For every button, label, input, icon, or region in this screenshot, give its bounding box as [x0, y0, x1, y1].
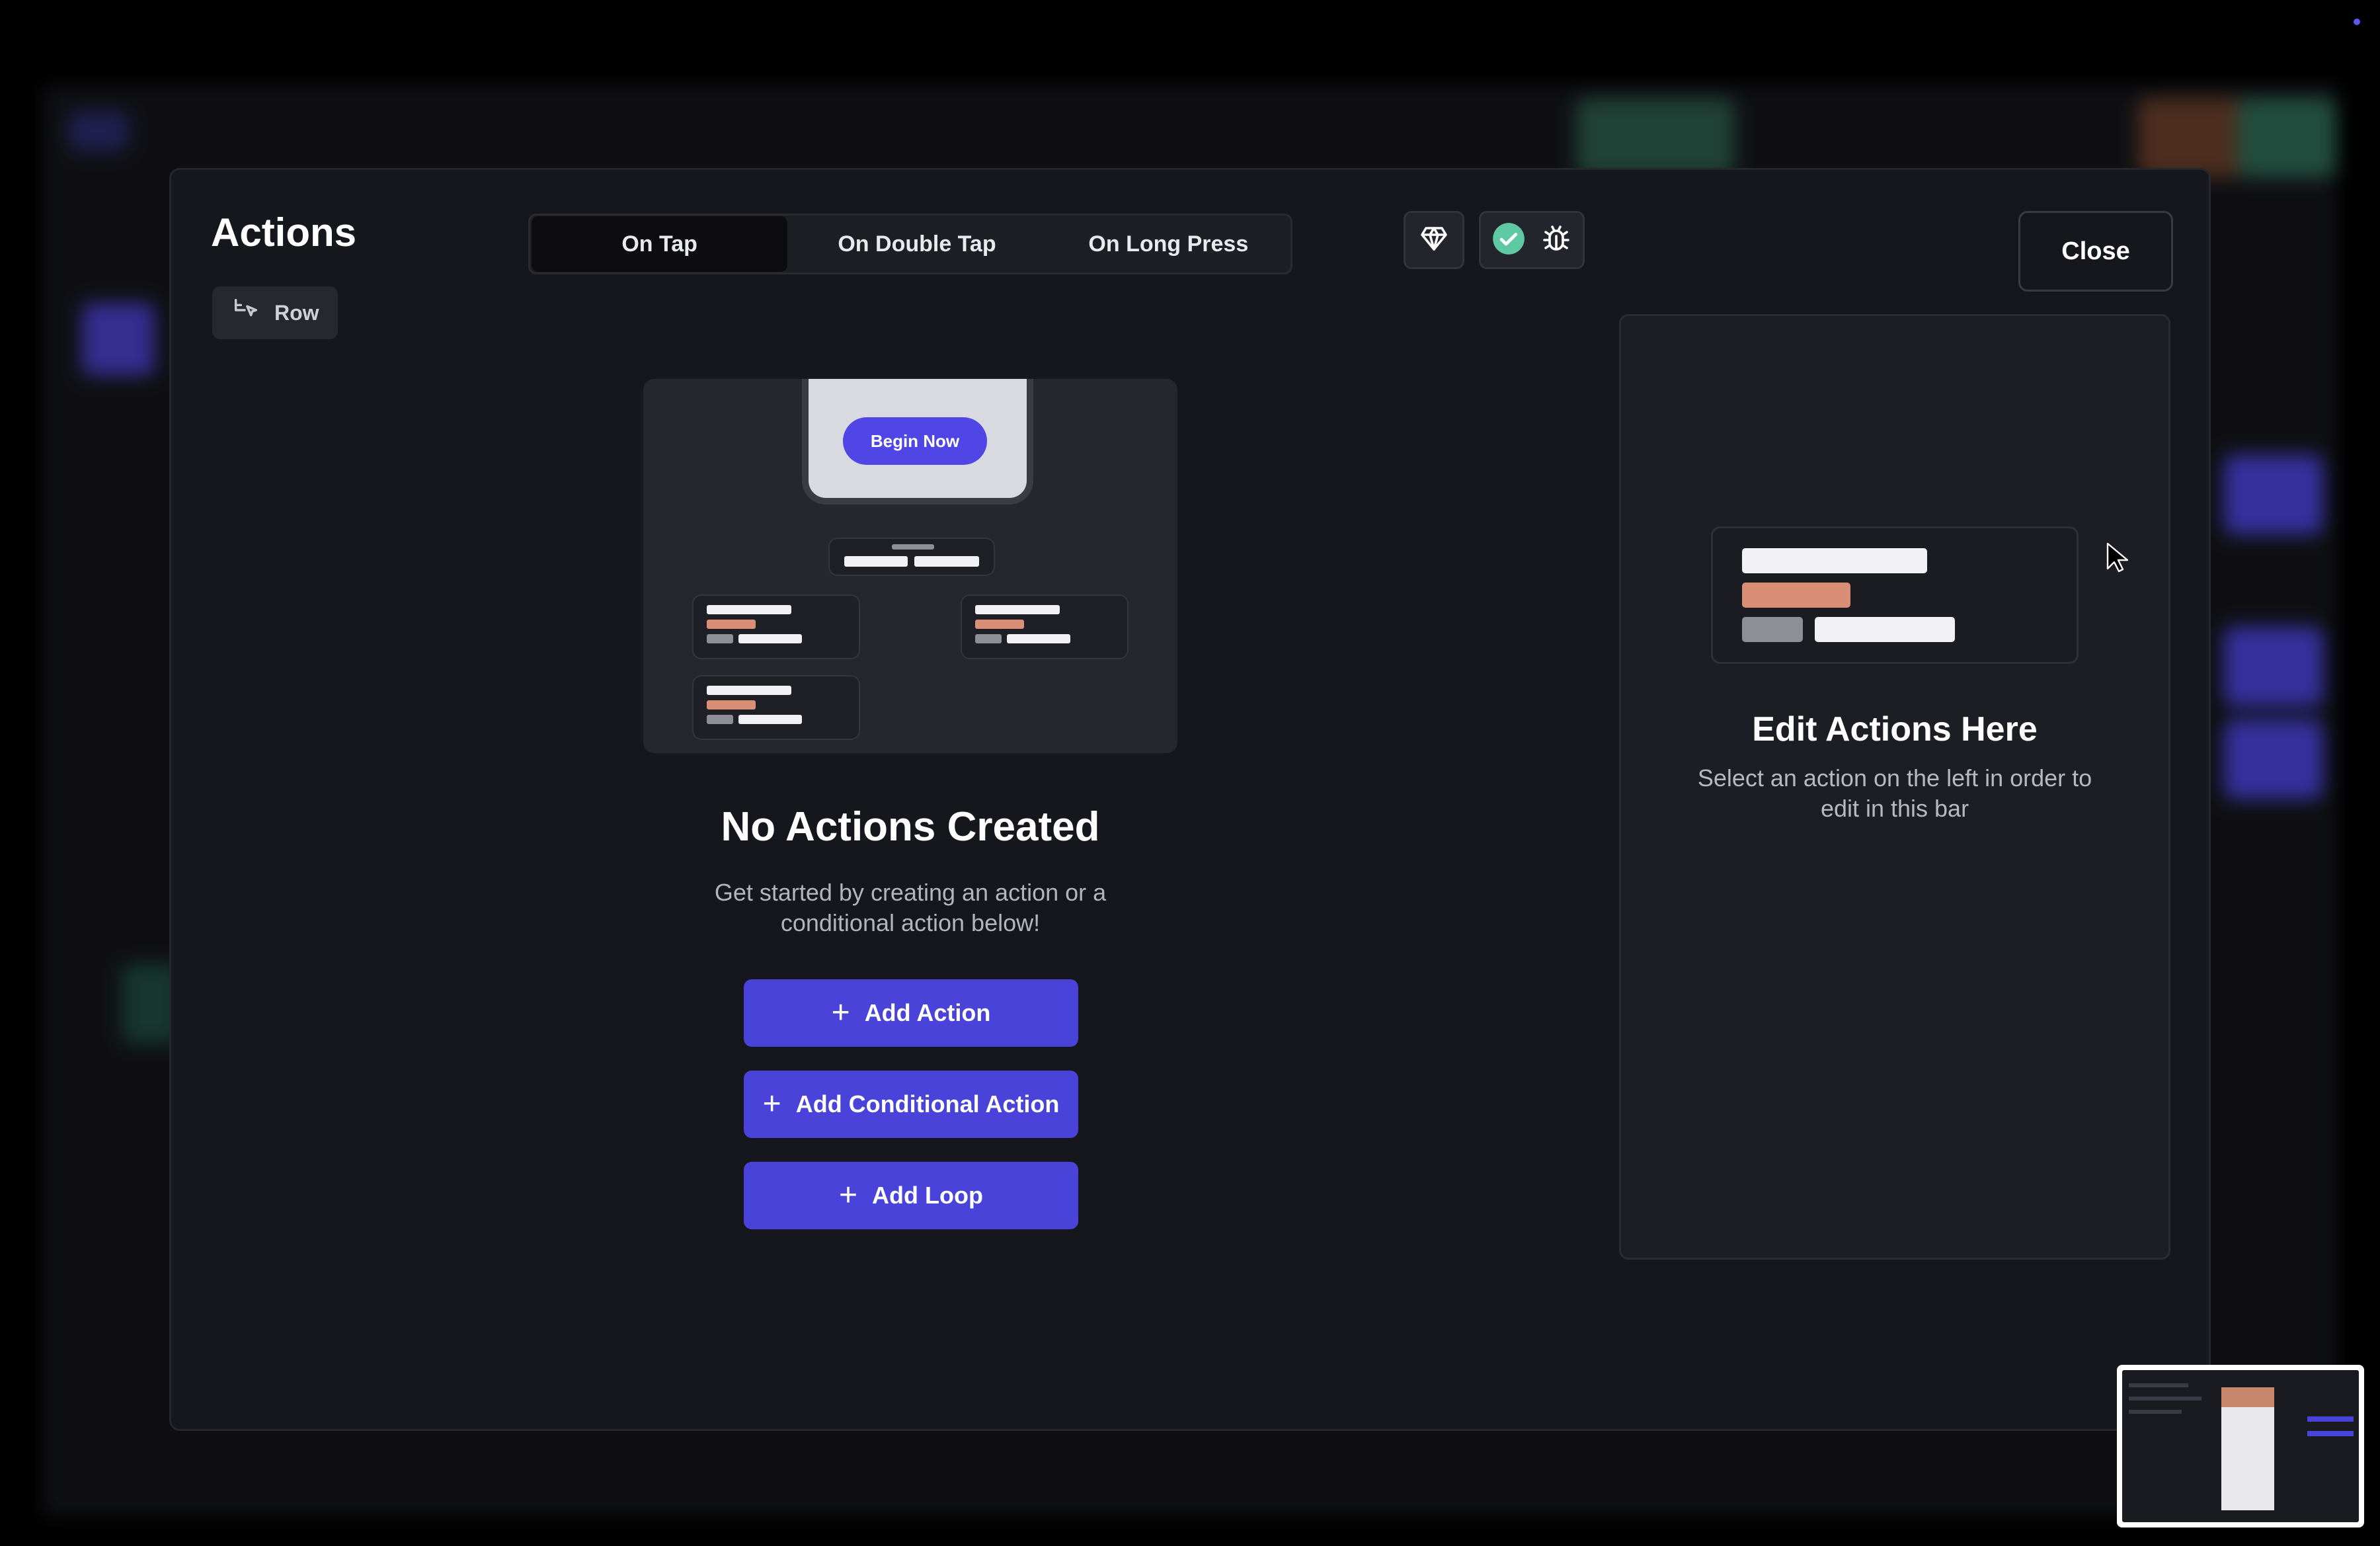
illustration-action-card	[692, 594, 860, 659]
plus-icon: +	[839, 1178, 858, 1213]
preview-thumbnail-content	[2122, 1370, 2359, 1522]
check-circle-icon[interactable]	[1491, 222, 1526, 259]
widget-row-chip[interactable]: Row	[212, 286, 338, 339]
tab-on-long-press[interactable]: On Long Press	[1047, 216, 1290, 272]
plus-icon: +	[762, 1086, 781, 1121]
plus-icon: +	[831, 995, 850, 1030]
illustration-action-card	[692, 675, 860, 740]
cursor-icon	[2106, 542, 2129, 577]
gem-button[interactable]	[1404, 211, 1464, 269]
add-action-label: Add Action	[864, 999, 991, 1026]
add-loop-button[interactable]: + Add Loop	[744, 1162, 1078, 1229]
add-action-button[interactable]: + Add Action	[744, 979, 1078, 1047]
phone-mockup: Begin Now	[802, 379, 1033, 505]
bug-icon[interactable]	[1540, 223, 1572, 258]
tab-on-double-tap[interactable]: On Double Tap	[787, 216, 1046, 272]
edit-panel-title: Edit Actions Here	[1752, 710, 2038, 749]
close-button[interactable]: Close	[2018, 211, 2173, 292]
preview-thumbnail[interactable]	[2117, 1365, 2364, 1527]
tab-on-tap[interactable]: On Tap	[532, 216, 788, 272]
add-conditional-action-button[interactable]: + Add Conditional Action	[744, 1071, 1078, 1138]
illustration-trigger-card	[828, 538, 995, 576]
gem-icon	[1418, 223, 1450, 258]
widget-row-label: Row	[274, 300, 319, 325]
edit-actions-panel: Edit Actions Here Select an action on th…	[1619, 314, 2170, 1260]
empty-state-subtitle: Get started by creating an action or a c…	[714, 879, 1107, 936]
empty-state-title: No Actions Created	[721, 804, 1100, 850]
empty-state-illustration: Begin Now	[643, 379, 1177, 753]
illustration-action-card	[961, 594, 1129, 659]
trigger-tabs: On Tap On Double Tap On Long Press	[528, 214, 1292, 274]
edit-panel-subtitle: Select an action on the left in order to…	[1697, 764, 2092, 822]
modal-title: Actions	[211, 210, 357, 255]
status-dot	[2354, 19, 2360, 25]
begin-now-button-illustration: Begin Now	[843, 417, 987, 465]
actions-modal: Actions Row On Tap On Double Tap On Long…	[169, 168, 2211, 1431]
row-widget-icon	[231, 295, 261, 331]
add-conditional-action-label: Add Conditional Action	[795, 1090, 1060, 1118]
edit-panel-illustration	[1711, 526, 2079, 664]
validation-debug-group[interactable]	[1479, 211, 1585, 269]
add-loop-label: Add Loop	[872, 1182, 983, 1209]
